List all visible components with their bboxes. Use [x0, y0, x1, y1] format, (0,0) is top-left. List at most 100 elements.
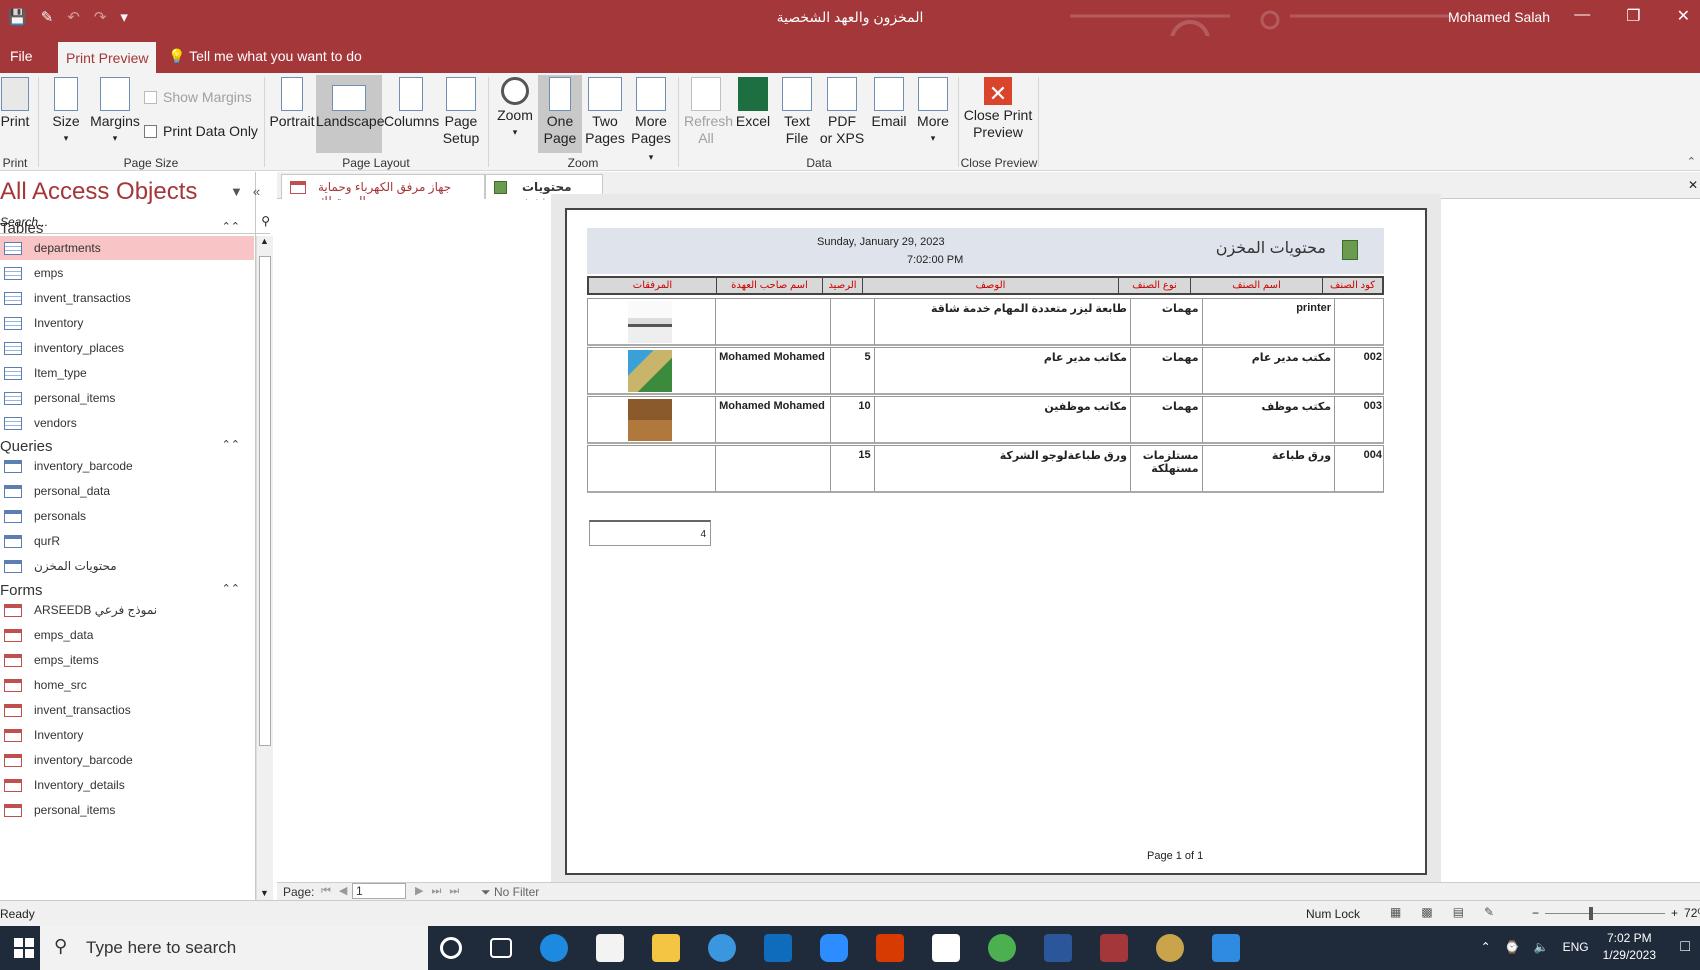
excel-button[interactable]: Excel: [732, 77, 774, 130]
tray-chevron-icon[interactable]: ⌃: [1481, 940, 1491, 954]
internet-explorer-icon[interactable]: [708, 934, 736, 962]
restore-icon[interactable]: ❐: [1626, 6, 1640, 26]
refresh-all-button[interactable]: Refresh All: [684, 77, 733, 147]
zoom-out-icon[interactable]: −: [1532, 906, 1539, 920]
one-page-button[interactable]: One Page: [538, 75, 582, 153]
scroll-down-icon[interactable]: ▼: [260, 888, 269, 898]
language-indicator[interactable]: ENG: [1563, 940, 1589, 954]
email-button[interactable]: Email: [868, 77, 910, 130]
two-pages-button[interactable]: Two Pages: [584, 77, 626, 147]
show-margins-checkbox[interactable]: Show Margins: [144, 89, 252, 105]
scroll-up-icon[interactable]: ▲: [260, 236, 269, 246]
zoom-slider[interactable]: [1545, 906, 1666, 920]
table-item[interactable]: Item_type: [0, 361, 254, 385]
collapse-chevron-icon[interactable]: ⌃⌃: [222, 220, 240, 233]
shutter-bar-icon[interactable]: «: [253, 184, 260, 199]
acrobat-icon[interactable]: [932, 934, 960, 962]
table-item[interactable]: vendors: [0, 411, 254, 435]
store-icon[interactable]: [596, 934, 624, 962]
table-item[interactable]: inventory_places: [0, 336, 254, 360]
zoom-level[interactable]: 72%: [1684, 906, 1700, 920]
dropdown-circle-icon[interactable]: ▼: [230, 184, 243, 199]
zoom-app-icon[interactable]: [820, 934, 848, 962]
form-item[interactable]: Inventory_details: [0, 773, 254, 797]
query-item[interactable]: personals: [0, 504, 254, 528]
edge-icon[interactable]: [540, 934, 568, 962]
form-item[interactable]: ARSEEDB نموذج فرعي: [0, 598, 254, 622]
collapse-chevron-icon[interactable]: ⌃⌃: [222, 582, 240, 595]
text-file-button[interactable]: Text File: [778, 77, 816, 147]
form-item[interactable]: Inventory: [0, 723, 254, 747]
table-item[interactable]: Inventory: [0, 311, 254, 335]
query-item[interactable]: personal_data: [0, 479, 254, 503]
table-item[interactable]: departments: [0, 236, 254, 260]
form-item[interactable]: emps_items: [0, 648, 254, 672]
more-export-button[interactable]: More ▾: [912, 77, 954, 147]
close-icon[interactable]: ✕: [1677, 6, 1690, 26]
minimize-icon[interactable]: —: [1574, 6, 1590, 26]
nav-scrollbar[interactable]: ▲ ▼: [256, 236, 273, 900]
design-view-icon[interactable]: ✎: [1484, 905, 1494, 919]
collapse-ribbon-icon[interactable]: ⌃: [1687, 155, 1696, 168]
doc-tab-form[interactable]: جهاز مرفق الكهرباء وحماية المستهلك: [281, 174, 485, 208]
nav-pane-header[interactable]: All Access Objects: [0, 178, 197, 206]
scrollbar-thumb[interactable]: [259, 256, 271, 746]
next-last-page-icons[interactable]: ▶⏭⏭: [415, 884, 467, 898]
first-prev-page-icons[interactable]: ⏮◀: [321, 884, 355, 898]
no-filter-indicator[interactable]: ⏷ No Filter: [481, 885, 539, 900]
zoom-button[interactable]: Zoom ▾: [494, 77, 536, 141]
tab-print-preview[interactable]: Print Preview: [58, 42, 157, 73]
portrait-button[interactable]: Portrait: [268, 77, 316, 130]
section-queries[interactable]: Queries ⌃⌃: [0, 438, 252, 455]
margins-button[interactable]: Margins ▾: [90, 77, 140, 147]
more-pages-button[interactable]: More Pages ▾: [628, 77, 674, 166]
taskbar-search-input[interactable]: ⚲ Type here to search: [40, 926, 428, 970]
zoom-slider-knob[interactable]: [1589, 906, 1594, 920]
file-explorer-icon[interactable]: [652, 934, 680, 962]
pdf-xps-button[interactable]: PDF or XPS: [818, 77, 866, 147]
section-tables[interactable]: Tables ⌃⌃: [0, 220, 252, 237]
office-icon[interactable]: [876, 934, 904, 962]
form-item[interactable]: invent_transactios: [0, 698, 254, 722]
print-preview-view-icon[interactable]: ▩: [1421, 905, 1432, 919]
word-icon[interactable]: [1044, 934, 1072, 962]
query-item[interactable]: inventory_barcode: [0, 454, 254, 478]
tab-file[interactable]: File: [4, 44, 39, 68]
network-icon[interactable]: ⌚: [1505, 940, 1520, 954]
form-item[interactable]: home_src: [0, 673, 254, 697]
table-item[interactable]: invent_transactios: [0, 286, 254, 310]
photos-icon[interactable]: [1212, 934, 1240, 962]
report-view-icon[interactable]: ▦: [1390, 905, 1401, 919]
paint-icon[interactable]: [1156, 934, 1184, 962]
print-button[interactable]: Print: [0, 77, 30, 130]
page-setup-button[interactable]: Page Setup: [440, 77, 482, 147]
layout-view-icon[interactable]: ▤: [1453, 905, 1464, 919]
collapse-chevron-icon[interactable]: ⌃⌃: [222, 438, 240, 451]
search-icon[interactable]: ⚲: [261, 214, 270, 228]
tell-me-search[interactable]: 💡 Tell me what you want to do: [162, 44, 368, 69]
cortana-icon[interactable]: [440, 937, 462, 959]
columns-button[interactable]: Columns: [384, 77, 439, 130]
section-forms[interactable]: Forms ⌃⌃: [0, 582, 252, 599]
form-item[interactable]: inventory_barcode: [0, 748, 254, 772]
access-icon[interactable]: [1100, 934, 1128, 962]
outlook-icon[interactable]: [764, 934, 792, 962]
size-button[interactable]: Size ▾: [48, 77, 84, 147]
volume-icon[interactable]: 🔈: [1534, 940, 1549, 954]
form-item[interactable]: personal_items: [0, 798, 254, 822]
chrome-icon[interactable]: [988, 934, 1016, 962]
close-document-icon[interactable]: ✕: [1688, 178, 1698, 192]
landscape-button[interactable]: Landscape: [316, 75, 385, 153]
notification-icon[interactable]: □: [1680, 938, 1690, 956]
table-item[interactable]: personal_items: [0, 386, 254, 410]
user-name[interactable]: Mohamed Salah: [1448, 9, 1550, 25]
query-item[interactable]: محتويات المخزن: [0, 554, 254, 578]
form-item[interactable]: emps_data: [0, 623, 254, 647]
page-number-input[interactable]: 1: [352, 883, 406, 899]
table-item[interactable]: emps: [0, 261, 254, 285]
close-print-preview-button[interactable]: ✕ Close Print Preview: [962, 77, 1034, 141]
windows-start-icon[interactable]: [14, 938, 34, 958]
query-item[interactable]: qurR: [0, 529, 254, 553]
zoom-in-icon[interactable]: +: [1671, 906, 1678, 920]
clock[interactable]: 7:02 PM 1/29/2023: [1603, 930, 1656, 964]
